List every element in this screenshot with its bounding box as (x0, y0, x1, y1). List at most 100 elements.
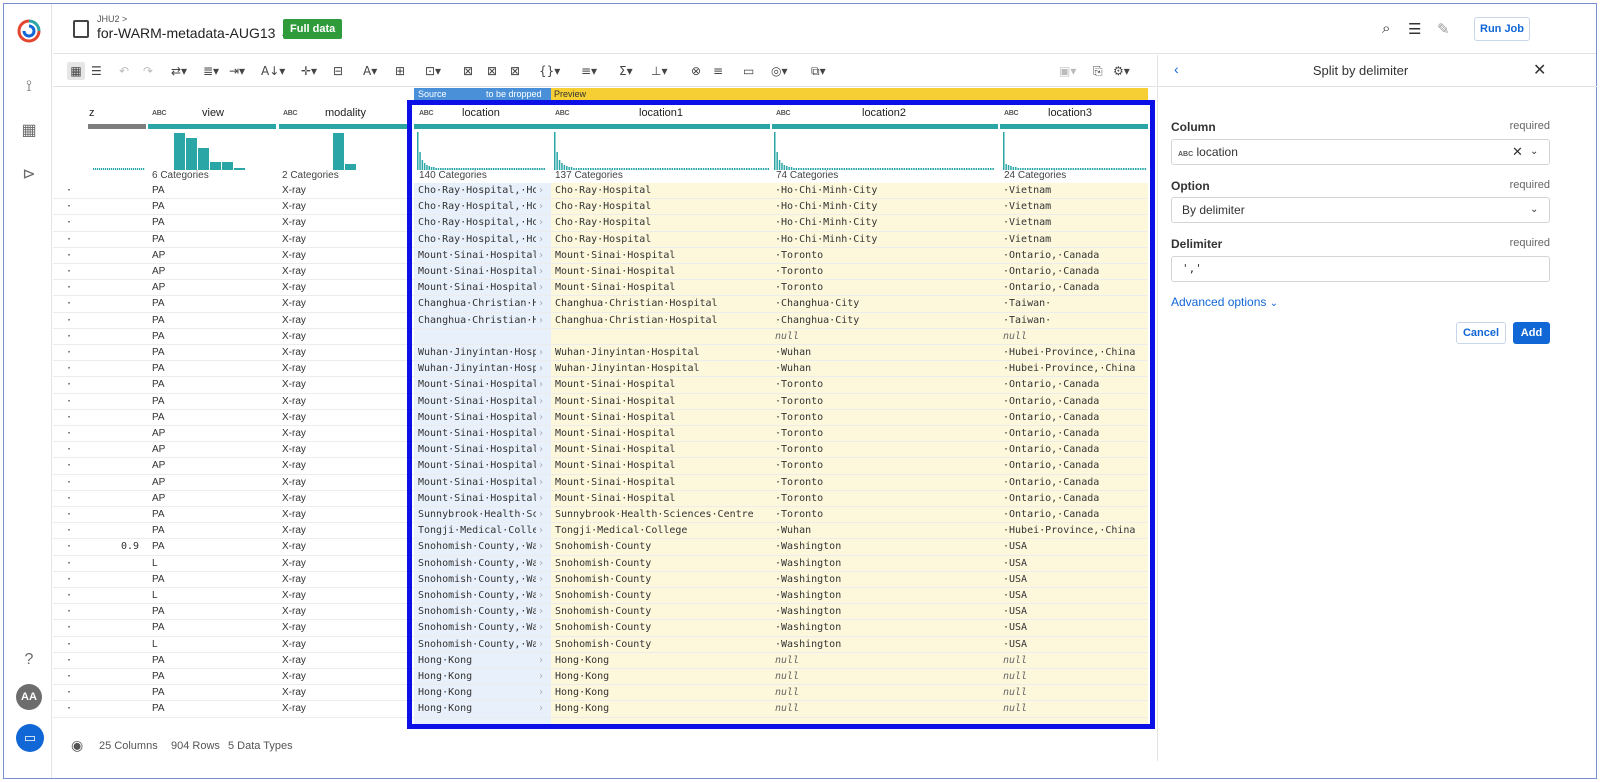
cell-location1[interactable]: Snohomish·County (555, 539, 769, 555)
cell-location[interactable]: Mount·Sinai·Hospital,·To (418, 475, 536, 491)
cell-view[interactable]: PA (152, 394, 272, 410)
sort-icon[interactable]: A↓▾ (261, 62, 285, 80)
cell-location3[interactable]: ·Ontario,·Canada (1003, 377, 1148, 393)
column-count[interactable]: 25 Columns (99, 740, 158, 752)
delimiter-input[interactable]: ',' (1171, 256, 1550, 282)
cancel-button[interactable]: Cancel (1456, 322, 1506, 344)
advanced-options-link[interactable]: Advanced options ⌄ (1171, 295, 1278, 309)
cell-location3[interactable]: null (1003, 669, 1148, 685)
cell-modality[interactable]: X-ray (282, 215, 407, 231)
cell-location3[interactable]: ·USA (1003, 556, 1148, 572)
cell-location3[interactable]: ·Ontario,·Canada (1003, 458, 1148, 474)
cell-location[interactable]: Mount·Sinai·Hospital,·To (418, 377, 536, 393)
cell-location3[interactable]: ·USA (1003, 637, 1148, 653)
cell-location[interactable]: Sunnybrook·Health·Scien (418, 507, 536, 523)
cell-modality[interactable]: X-ray (282, 426, 407, 442)
cell-location[interactable]: Cho·Ray·Hospital,·Ho·Chi (418, 183, 536, 199)
cell-location1[interactable]: Mount·Sinai·Hospital (555, 458, 769, 474)
cell-location1[interactable]: Changhua·Christian·Hospital (555, 313, 769, 329)
search-icon[interactable]: ⌕ (1382, 20, 1390, 37)
cell-location2[interactable]: ·Toronto (775, 442, 997, 458)
cell-location3[interactable]: ·Taiwan· (1003, 313, 1148, 329)
cell-location2[interactable]: ·Wuhan (775, 523, 997, 539)
cell-location3[interactable]: ·Ontario,·Canada (1003, 491, 1148, 507)
cell-location1[interactable]: Mount·Sinai·Hospital (555, 248, 769, 264)
cell-modality[interactable]: X-ray (282, 183, 407, 199)
cell-view[interactable]: PA (152, 232, 272, 248)
cell-location1[interactable]: Mount·Sinai·Hospital (555, 410, 769, 426)
cell-modality[interactable]: X-ray (282, 329, 407, 345)
cell-modality[interactable]: X-ray (282, 199, 407, 215)
cell-location1[interactable]: Mount·Sinai·Hospital (555, 426, 769, 442)
cell-location3[interactable]: ·Hubei·Province,·China (1003, 361, 1148, 377)
jobs-icon[interactable]: ⊳ (18, 164, 40, 186)
transpose-icon[interactable]: ⊠ (510, 62, 520, 80)
cell-view[interactable]: PA (152, 215, 272, 231)
cell-location[interactable]: Hong·Kong (418, 669, 536, 685)
library-icon[interactable]: ▦ (18, 120, 40, 142)
undo-icon[interactable]: ↶ (119, 62, 129, 80)
cell-view[interactable]: PA (152, 377, 272, 393)
cell-view[interactable]: PA (152, 183, 272, 199)
cell-location1[interactable]: Hong·Kong (555, 701, 769, 717)
cell-view[interactable]: PA (152, 604, 272, 620)
cell-location2[interactable]: null (775, 329, 997, 345)
app-logo-icon[interactable] (16, 18, 42, 44)
breadcrumb[interactable]: JHU2 > (97, 14, 127, 24)
cell-view[interactable]: AP (152, 458, 272, 474)
cell-location3[interactable]: null (1003, 329, 1148, 345)
cell-modality[interactable]: X-ray (282, 523, 407, 539)
flow-icon[interactable]: ⟟ (18, 76, 40, 98)
cell-location[interactable]: Snohomish·County,·Wash (418, 637, 536, 653)
cell-location2[interactable]: ·Changhua·City (775, 296, 997, 312)
cell-modality[interactable]: X-ray (282, 394, 407, 410)
cell-location2[interactable]: ·Toronto (775, 426, 997, 442)
cell-location2[interactable]: ·Ho·Chi·Minh·City (775, 183, 997, 199)
eyedropper-icon[interactable]: ✎ (1437, 20, 1450, 38)
cell-location[interactable]: Mount·Sinai·Hospital,·To (418, 248, 536, 264)
cell-location[interactable]: Tongji·Medical·College,· (418, 523, 536, 539)
cell-location2[interactable]: ·Toronto (775, 491, 997, 507)
cell-location2[interactable]: ·Ho·Chi·Minh·City (775, 232, 997, 248)
cell-location1[interactable]: Cho·Ray·Hospital (555, 183, 769, 199)
text-format-icon[interactable]: A▾ (363, 62, 377, 80)
cell-location1[interactable]: Cho·Ray·Hospital (555, 215, 769, 231)
cell-location2[interactable]: ·Toronto (775, 458, 997, 474)
cell-location3[interactable]: ·Ontario,·Canada (1003, 394, 1148, 410)
cell-modality[interactable]: X-ray (282, 410, 407, 426)
cell-location2[interactable]: null (775, 701, 997, 717)
cell-modality[interactable]: X-ray (282, 458, 407, 474)
cell-location1[interactable]: Mount·Sinai·Hospital (555, 280, 769, 296)
cell-location2[interactable]: ·Toronto (775, 507, 997, 523)
nest-icon[interactable]: ⊡▾ (425, 62, 441, 80)
cell-view[interactable]: PA (152, 701, 272, 717)
aggregate-icon[interactable]: Σ▾ (619, 62, 633, 80)
cell-location1[interactable]: Hong·Kong (555, 685, 769, 701)
cell-location2[interactable]: ·Wuhan (775, 361, 997, 377)
cell-location1[interactable]: Snohomish·County (555, 620, 769, 636)
cell-location[interactable]: Mount·Sinai·Hospital,·To (418, 426, 536, 442)
cell-view[interactable]: L (152, 588, 272, 604)
settings-icon[interactable]: ⚙▾ (1113, 62, 1130, 80)
target-icon[interactable]: ◎▾ (771, 62, 788, 80)
cell-location[interactable]: Hong·Kong (418, 701, 536, 717)
cell-location2[interactable]: ·Toronto (775, 377, 997, 393)
cell-location3[interactable]: ·USA (1003, 588, 1148, 604)
cell-modality[interactable]: X-ray (282, 620, 407, 636)
cell-location1[interactable]: Mount·Sinai·Hospital (555, 491, 769, 507)
cell-location3[interactable]: ·Vietnam (1003, 199, 1148, 215)
cell-location[interactable]: Snohomish·County,·Wash (418, 572, 536, 588)
cell-location3[interactable]: null (1003, 685, 1148, 701)
cell-location[interactable]: Cho·Ray·Hospital,·Ho·Chi (418, 232, 536, 248)
pivot-icon[interactable]: ⊠ (463, 62, 473, 80)
cell-modality[interactable]: X-ray (282, 653, 407, 669)
join-icon[interactable]: ⊗ (691, 62, 701, 80)
cell-location3[interactable]: ·Ontario,·Canada (1003, 248, 1148, 264)
union-icon[interactable]: ≡ (713, 62, 723, 80)
cell-location1[interactable]: Wuhan·Jinyintan·Hospital (555, 361, 769, 377)
cell-view[interactable]: PA (152, 199, 272, 215)
cell-location2[interactable]: ·Washington (775, 637, 997, 653)
cell-location[interactable]: Mount·Sinai·Hospital,·To (418, 394, 536, 410)
cell-location3[interactable]: ·Vietnam (1003, 183, 1148, 199)
cell-location3[interactable]: ·Ontario,·Canada (1003, 280, 1148, 296)
